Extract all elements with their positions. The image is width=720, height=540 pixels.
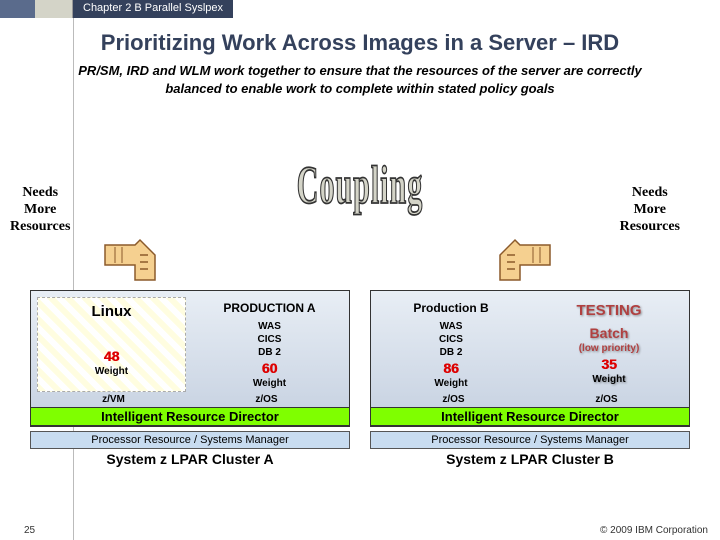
prsm-bar-a: Processor Resource / Systems Manager: [30, 431, 350, 449]
copyright: © 2009 IBM Corporation: [600, 525, 708, 536]
ird-bar-b: Intelligent Resource Director: [371, 407, 689, 426]
clusters-container: Linux 48 Weight PRODUCTION A WAS CICS DB…: [0, 290, 720, 467]
lpar-prod-b: Production B WAS CICS DB 2 86 Weight: [377, 297, 525, 392]
cluster-b-os-row: z/OS z/OS: [377, 394, 683, 405]
os-zos-b2: z/OS: [530, 394, 683, 405]
lpar-testing: TESTING Batch (low priority) 35 Weight: [535, 297, 683, 392]
header-accent-mid: [35, 0, 73, 18]
lpar-prod-a-weight-label: Weight: [198, 377, 341, 390]
cluster-a-name: System z LPAR Cluster A: [30, 451, 350, 467]
lpar-linux-weight-label: Weight: [40, 365, 183, 378]
cluster-b-name: System z LPAR Cluster B: [370, 451, 690, 467]
cluster-b-lpars: Production B WAS CICS DB 2 86 Weight TES…: [377, 297, 683, 392]
cluster-b-box: Production B WAS CICS DB 2 86 Weight TES…: [370, 290, 690, 427]
lpar-prod-a-name: PRODUCTION A: [198, 301, 341, 317]
page-number: 25: [24, 525, 35, 536]
lpar-testing-name: TESTING: [537, 301, 681, 321]
lpar-prod-b-weight: 86: [379, 359, 523, 377]
lpar-prod-b-weight-label: Weight: [379, 377, 523, 390]
lpar-prod-a: PRODUCTION A WAS CICS DB 2 60 Weight: [196, 297, 343, 392]
coupling-label: Coupling: [297, 156, 423, 217]
lpar-prod-a-weight: 60: [198, 359, 341, 377]
lpar-linux: Linux 48 Weight: [37, 297, 186, 392]
ird-bar-a: Intelligent Resource Director: [31, 407, 349, 426]
lpar-testing-weight-label: Weight: [537, 373, 681, 386]
needs-more-left: Needs More Resources: [10, 185, 70, 235]
lpar-prod-b-apps: WAS CICS DB 2: [379, 320, 523, 359]
lpar-testing-sub: Batch: [537, 324, 681, 342]
lpar-linux-name: Linux: [40, 302, 183, 322]
lpar-testing-note: (low priority): [537, 342, 681, 355]
header-spacer: [233, 0, 720, 18]
lpar-testing-weight: 35: [537, 355, 681, 373]
page-subtitle: PR/SM, IRD and WLM work together to ensu…: [0, 62, 720, 98]
prsm-bar-b: Processor Resource / Systems Manager: [370, 431, 690, 449]
needs-more-right: Needs More Resources: [620, 185, 680, 235]
pointing-hand-right-icon: [485, 235, 555, 290]
cluster-a: Linux 48 Weight PRODUCTION A WAS CICS DB…: [30, 290, 350, 467]
footer: 25 © 2009 IBM Corporation: [0, 525, 720, 536]
lpar-linux-weight: 48: [40, 347, 183, 365]
lpar-prod-a-apps: WAS CICS DB 2: [198, 320, 341, 359]
page-title: Prioritizing Work Across Images in a Ser…: [0, 30, 720, 56]
cluster-a-lpars: Linux 48 Weight PRODUCTION A WAS CICS DB…: [37, 297, 343, 392]
cluster-a-os-row: z/VM z/OS: [37, 394, 343, 405]
os-zvm: z/VM: [37, 394, 190, 405]
pointing-hand-left-icon: [100, 235, 170, 290]
header-bar: Chapter 2 B Parallel Syslpex: [0, 0, 720, 18]
os-zos-b1: z/OS: [377, 394, 530, 405]
cluster-a-box: Linux 48 Weight PRODUCTION A WAS CICS DB…: [30, 290, 350, 427]
os-zos-a: z/OS: [190, 394, 343, 405]
header-accent-left: [0, 0, 35, 18]
lpar-prod-b-name: Production B: [379, 301, 523, 317]
cluster-b: Production B WAS CICS DB 2 86 Weight TES…: [370, 290, 690, 467]
chapter-label: Chapter 2 B Parallel Syslpex: [73, 0, 233, 18]
